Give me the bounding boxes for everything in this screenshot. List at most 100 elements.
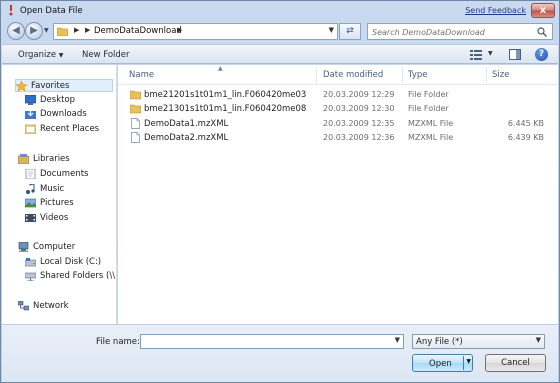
document-icon (131, 132, 140, 143)
app-icon (9, 5, 13, 16)
file-name-combo[interactable]: ▼ (140, 334, 404, 349)
breadcrumb-separator-icon[interactable]: ▶ (74, 26, 79, 34)
organize-menu[interactable]: Organize ▼ (18, 50, 63, 60)
recent-places-icon (25, 124, 36, 134)
nav-label: Local Disk (C:) (40, 257, 102, 267)
nav-label: Videos (40, 213, 69, 223)
videos-icon (25, 214, 36, 222)
search-box[interactable] (367, 23, 553, 40)
star-icon (16, 81, 27, 91)
file-list: ▲ Name Date modified Type Size bme21201s… (118, 65, 558, 324)
nav-label: Shared Folders (\\.host (40, 271, 117, 281)
open-button[interactable]: Open ▼ (412, 354, 473, 372)
open-label: Open (429, 359, 452, 369)
cancel-button[interactable]: Cancel (485, 354, 546, 372)
nav-label: Desktop (40, 95, 76, 105)
search-icon[interactable] (537, 27, 547, 37)
column-header-row: ▲ Name Date modified Type Size (118, 65, 558, 85)
address-row: ◀ ▶ ▼ ▶ ▶ DemoDataDownload ▶ ▼ ⇄ (1, 21, 559, 43)
nav-label: Pictures (40, 198, 74, 208)
views-dropdown-icon[interactable]: ▼ (488, 50, 493, 57)
refresh-button[interactable]: ⇄ (339, 23, 361, 40)
file-date: 20.03.2009 12:30 (323, 104, 395, 113)
file-date: 20.03.2009 12:35 (323, 119, 395, 128)
file-type: File Folder (408, 104, 449, 113)
folder-icon (130, 90, 141, 100)
file-name: DemoData1.mzXML (144, 119, 229, 129)
file-row[interactable]: bme21201s1t01m1_lin.F060420me03 20.03.20… (118, 88, 558, 102)
nav-label: Recent Places (40, 124, 100, 134)
network-icon (18, 301, 29, 311)
column-header-size[interactable]: Size (492, 70, 509, 80)
address-dropdown-icon[interactable]: ▼ (329, 26, 334, 34)
file-name-label: File name: (96, 337, 140, 347)
music-icon (26, 184, 35, 194)
document-icon (131, 118, 140, 129)
address-bar[interactable]: ▶ ▶ DemoDataDownload ▶ ▼ (53, 23, 338, 40)
documents-icon (25, 169, 36, 179)
nav-label: Music (40, 184, 65, 194)
pictures-icon (25, 198, 36, 208)
change-view-icon[interactable] (470, 50, 482, 60)
split-divider (463, 356, 464, 370)
file-size: 6.439 KB (507, 133, 544, 142)
file-name: DemoData2.mzXML (144, 133, 229, 143)
drive-icon (25, 258, 36, 267)
nav-label: Network (33, 301, 69, 311)
nav-label: Downloads (40, 109, 87, 119)
file-row[interactable]: DemoData2.mzXML 20.03.2009 12:36 MZXML F… (118, 131, 558, 145)
nav-label: Libraries (33, 154, 70, 164)
new-folder-button[interactable]: New Folder (82, 50, 130, 60)
file-type: MZXML File (408, 119, 454, 128)
nav-item-favorites[interactable]: Favorites (15, 79, 113, 92)
back-button[interactable]: ◀ (7, 22, 25, 40)
history-dropdown-icon[interactable]: ▼ (44, 27, 49, 34)
file-name: bme21301s1t01m1_lin.F060420me08 (144, 104, 307, 114)
command-toolbar: Organize ▼ New Folder ▼ ? (2, 44, 558, 64)
column-divider[interactable] (486, 67, 487, 83)
file-type: MZXML File (408, 133, 454, 142)
window-title: Open Data File (20, 6, 83, 16)
file-name-input[interactable] (144, 336, 384, 347)
help-icon[interactable]: ? (535, 48, 548, 61)
open-data-file-dialog: Open Data File Send Feedback x ◀ ▶ ▼ ▶ ▶… (0, 0, 560, 383)
libraries-icon (18, 154, 29, 164)
breadcrumb-separator-icon[interactable]: ▶ (85, 26, 90, 34)
send-feedback-link[interactable]: Send Feedback (465, 6, 526, 15)
column-header-name[interactable]: Name (129, 70, 154, 80)
file-row[interactable]: DemoData1.mzXML 20.03.2009 12:35 MZXML F… (118, 117, 558, 131)
chevron-down-icon: ▼ (535, 336, 541, 344)
file-type: File Folder (408, 90, 449, 99)
file-name: bme21201s1t01m1_lin.F060420me03 (144, 90, 307, 100)
folder-icon (57, 27, 68, 36)
chevron-down-icon: ▼ (58, 52, 64, 59)
column-header-type[interactable]: Type (408, 70, 428, 80)
open-options-dropdown-icon[interactable]: ▼ (466, 358, 471, 365)
column-divider[interactable] (402, 67, 403, 83)
computer-icon (18, 242, 29, 252)
file-type-filter[interactable]: Any File (*) ▼ (412, 334, 545, 349)
dialog-footer: File name: ▼ Any File (*) ▼ Open ▼ Cance… (2, 324, 558, 382)
search-input[interactable] (372, 26, 532, 38)
nav-label: Favorites (31, 81, 70, 91)
file-date: 20.03.2009 12:36 (323, 133, 395, 142)
downloads-icon (25, 109, 36, 119)
breadcrumb-current[interactable]: DemoDataDownload (94, 26, 182, 36)
close-button[interactable]: x (531, 3, 555, 18)
column-header-date[interactable]: Date modified (323, 70, 383, 80)
breadcrumb-separator-icon[interactable]: ▶ (177, 26, 182, 34)
file-row[interactable]: bme21301s1t01m1_lin.F060420me08 20.03.20… (118, 102, 558, 116)
organize-label: Organize (18, 50, 57, 60)
preview-pane-icon[interactable] (509, 49, 521, 60)
folder-icon (130, 104, 141, 114)
nav-label: Computer (33, 242, 76, 252)
title-bar: Open Data File Send Feedback x (1, 1, 559, 21)
nav-label: Documents (40, 169, 89, 179)
forward-button[interactable]: ▶ (25, 22, 43, 40)
desktop-icon (25, 95, 36, 105)
network-drive-icon (25, 272, 36, 281)
sort-ascending-icon: ▲ (218, 65, 223, 72)
column-divider[interactable] (316, 67, 317, 83)
file-date: 20.03.2009 12:29 (323, 90, 395, 99)
file-name-dropdown-icon[interactable]: ▼ (395, 336, 400, 344)
